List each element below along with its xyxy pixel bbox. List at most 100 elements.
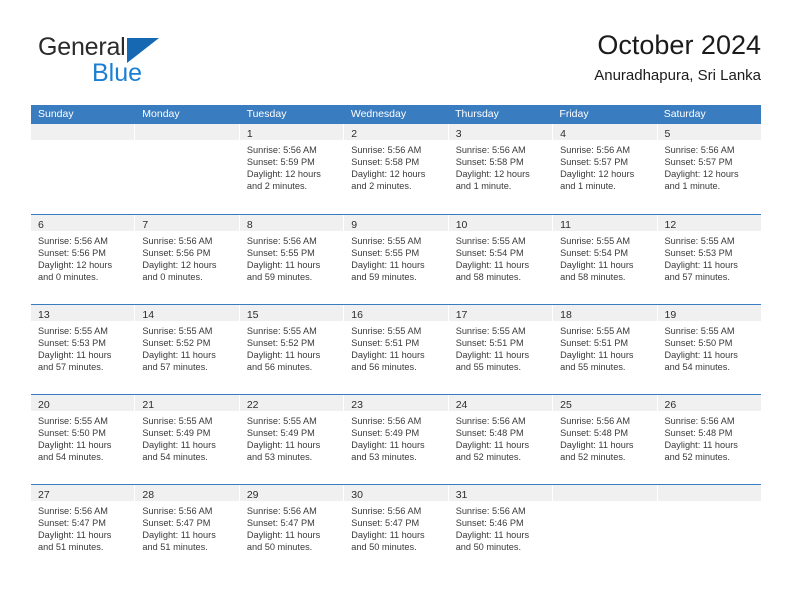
day-cell-1[interactable]: 1 Sunrise: 5:56 AM Sunset: 5:59 PM Daylight… xyxy=(239,124,345,214)
sunrise-text: Sunrise: 5:55 AM xyxy=(246,416,317,426)
day-cell-28[interactable]: 28 Sunrise: 5:56 AM Sunset: 5:47 PM Dayligh… xyxy=(135,485,240,574)
date-number: 8 xyxy=(246,219,253,231)
day-cell-12[interactable]: 12 Sunrise: 5:55 AM Sunset: 5:53 PM Dayligh… xyxy=(657,215,761,304)
day-cell-17[interactable]: 17 Sunrise: 5:55 AM Sunset: 5:51 PM Dayligh… xyxy=(448,305,554,394)
weekday-header-saturday: Saturday xyxy=(663,108,706,120)
sunrise-text: Sunrise: 5:56 AM xyxy=(351,506,422,516)
daylight-text: Daylight: 11 hours and 50 minutes. xyxy=(246,530,321,553)
day-cell-4[interactable]: 4 Sunrise: 5:56 AM Sunset: 5:57 PM Daylight… xyxy=(553,124,658,214)
daylight-text: Daylight: 11 hours and 50 minutes. xyxy=(455,530,530,553)
day-cell-26[interactable]: 26 Sunrise: 5:56 AM Sunset: 5:48 PM Dayligh… xyxy=(657,395,761,484)
daylight-text: Daylight: 12 hours and 2 minutes. xyxy=(351,169,426,192)
day-cell-empty xyxy=(553,485,658,574)
date-number: 23 xyxy=(351,399,363,411)
day-cell-15[interactable]: 15 Sunrise: 5:55 AM Sunset: 5:52 PM Dayligh… xyxy=(239,305,345,394)
day-cell-body: Sunrise: 5:55 AM Sunset: 5:52 PM Daylight:… xyxy=(135,321,238,373)
day-cell-body: Sunrise: 5:56 AM Sunset: 5:47 PM Daylight:… xyxy=(344,501,447,553)
sunset-text: Sunset: 5:47 PM xyxy=(142,518,211,529)
sunrise-text: Sunrise: 5:55 AM xyxy=(351,326,422,336)
date-band: 20 xyxy=(31,395,135,411)
daylight-text: Daylight: 11 hours and 56 minutes. xyxy=(351,350,425,373)
calendar-weeks: 1 Sunrise: 5:56 AM Sunset: 5:59 PM Daylight… xyxy=(31,124,761,574)
date-number: 3 xyxy=(455,128,462,140)
sunset-text: Sunset: 5:54 PM xyxy=(560,248,629,259)
day-cell-6[interactable]: 6 Sunrise: 5:56 AM Sunset: 5:56 PM Daylight… xyxy=(31,215,136,304)
weekday-header-wednesday: Wednesday xyxy=(350,108,407,120)
day-cell-9[interactable]: 9 Sunrise: 5:55 AM Sunset: 5:55 PM Daylight… xyxy=(344,215,449,304)
date-number: 11 xyxy=(560,219,572,231)
daylight-text: Daylight: 12 hours and 0 minutes. xyxy=(38,260,113,283)
daylight-text: Daylight: 12 hours and 0 minutes. xyxy=(142,260,217,283)
date-band: 18 xyxy=(553,305,657,321)
day-cell-empty xyxy=(135,124,240,214)
sunrise-text: Sunrise: 5:56 AM xyxy=(455,506,526,516)
daylight-text: Daylight: 12 hours and 1 minute. xyxy=(664,169,739,192)
page-title: October 2024 xyxy=(597,30,761,60)
day-cell-23[interactable]: 23 Sunrise: 5:56 AM Sunset: 5:49 PM Dayligh… xyxy=(344,395,449,484)
date-band xyxy=(31,124,135,140)
date-band: 25 xyxy=(553,395,657,411)
date-band: 27 xyxy=(31,485,135,501)
date-band: 1 xyxy=(239,124,344,140)
sunset-text: Sunset: 5:50 PM xyxy=(664,338,733,349)
day-cell-8[interactable]: 8 Sunrise: 5:56 AM Sunset: 5:55 PM Daylight… xyxy=(239,215,345,304)
day-cell-27[interactable]: 27 Sunrise: 5:56 AM Sunset: 5:47 PM Dayligh… xyxy=(31,485,136,574)
date-band: 2 xyxy=(344,124,448,140)
day-cell-24[interactable]: 24 Sunrise: 5:56 AM Sunset: 5:48 PM Dayligh… xyxy=(448,395,554,484)
date-band: 31 xyxy=(448,485,553,501)
day-cell-29[interactable]: 29 Sunrise: 5:56 AM Sunset: 5:47 PM Dayligh… xyxy=(239,485,345,574)
day-cell-18[interactable]: 18 Sunrise: 5:55 AM Sunset: 5:51 PM Dayligh… xyxy=(553,305,658,394)
date-number: 26 xyxy=(664,399,677,411)
daylight-text: Daylight: 11 hours and 57 minutes. xyxy=(142,350,216,373)
sunrise-text: Sunrise: 5:55 AM xyxy=(560,326,631,336)
calendar-page: General Blue October 2024 Anuradhapura, … xyxy=(0,0,792,612)
day-cell-11[interactable]: 11 Sunrise: 5:55 AM Sunset: 5:54 PM Dayligh… xyxy=(553,215,658,304)
sunset-text: Sunset: 5:50 PM xyxy=(38,428,106,439)
day-cell-2[interactable]: 2 Sunrise: 5:56 AM Sunset: 5:58 PM Daylight… xyxy=(344,124,449,214)
day-cell-19[interactable]: 19 Sunrise: 5:55 AM Sunset: 5:50 PM Dayligh… xyxy=(657,305,761,394)
sunset-text: Sunset: 5:46 PM xyxy=(455,518,524,529)
date-number: 29 xyxy=(246,489,259,501)
day-cell-20[interactable]: 20 Sunrise: 5:55 AM Sunset: 5:50 PM Dayligh… xyxy=(31,395,136,484)
day-cell-13[interactable]: 13 Sunrise: 5:55 AM Sunset: 5:53 PM Dayligh… xyxy=(31,305,136,394)
day-cell-14[interactable]: 14 Sunrise: 5:55 AM Sunset: 5:52 PM Dayligh… xyxy=(135,305,240,394)
day-cell-31[interactable]: 31 Sunrise: 5:56 AM Sunset: 5:46 PM Dayligh… xyxy=(448,485,554,574)
sunrise-text: Sunrise: 5:56 AM xyxy=(351,416,422,426)
daylight-text: Daylight: 11 hours and 56 minutes. xyxy=(246,350,321,373)
sunrise-text: Sunrise: 5:56 AM xyxy=(455,416,526,426)
sunset-text: Sunset: 5:59 PM xyxy=(246,157,315,168)
day-cell-body: Sunrise: 5:56 AM Sunset: 5:48 PM Daylight:… xyxy=(553,411,656,463)
day-cell-16[interactable]: 16 Sunrise: 5:55 AM Sunset: 5:51 PM Dayligh… xyxy=(344,305,449,394)
sunrise-text: Sunrise: 5:55 AM xyxy=(142,416,213,426)
day-cell-body: Sunrise: 5:56 AM Sunset: 5:57 PM Daylight:… xyxy=(658,140,761,192)
day-cell-body: Sunrise: 5:55 AM Sunset: 5:55 PM Daylight:… xyxy=(344,231,447,283)
day-cell-body: Sunrise: 5:56 AM Sunset: 5:58 PM Daylight:… xyxy=(344,140,447,192)
general-blue-logo: General Blue xyxy=(31,32,261,94)
weekday-header-friday: Friday xyxy=(559,108,589,120)
day-cell-25[interactable]: 25 Sunrise: 5:56 AM Sunset: 5:48 PM Dayligh… xyxy=(553,395,658,484)
day-cell-5[interactable]: 5 Sunrise: 5:56 AM Sunset: 5:57 PM Daylight… xyxy=(657,124,761,214)
sunset-text: Sunset: 5:48 PM xyxy=(560,428,629,439)
day-cell-body xyxy=(658,501,761,505)
sunset-text: Sunset: 5:53 PM xyxy=(664,248,733,259)
day-cell-21[interactable]: 21 Sunrise: 5:55 AM Sunset: 5:49 PM Dayligh… xyxy=(135,395,240,484)
daylight-text: Daylight: 11 hours and 57 minutes. xyxy=(38,350,112,373)
day-cell-10[interactable]: 10 Sunrise: 5:55 AM Sunset: 5:54 PM Dayligh… xyxy=(448,215,554,304)
day-cell-body: Sunrise: 5:56 AM Sunset: 5:46 PM Daylight:… xyxy=(449,501,552,553)
date-number: 25 xyxy=(560,399,572,411)
daylight-text: Daylight: 11 hours and 50 minutes. xyxy=(351,530,425,553)
day-cell-30[interactable]: 30 Sunrise: 5:56 AM Sunset: 5:47 PM Dayligh… xyxy=(344,485,449,574)
date-number: 31 xyxy=(455,489,468,501)
weekday-header-tuesday: Tuesday xyxy=(246,108,287,120)
daylight-text: Daylight: 11 hours and 59 minutes. xyxy=(351,260,425,283)
day-cell-22[interactable]: 22 Sunrise: 5:55 AM Sunset: 5:49 PM Dayligh… xyxy=(239,395,345,484)
day-cell-body: Sunrise: 5:56 AM Sunset: 5:47 PM Daylight:… xyxy=(240,501,343,553)
day-cell-3[interactable]: 3 Sunrise: 5:56 AM Sunset: 5:58 PM Daylight… xyxy=(448,124,554,214)
date-band: 26 xyxy=(657,395,761,411)
title-block: October 2024 Anuradhapura, Sri Lanka xyxy=(594,28,761,87)
date-band: 9 xyxy=(344,215,448,231)
sunrise-text: Sunrise: 5:56 AM xyxy=(246,145,317,155)
day-cell-7[interactable]: 7 Sunrise: 5:56 AM Sunset: 5:56 PM Daylight… xyxy=(135,215,240,304)
day-cell-body: Sunrise: 5:56 AM Sunset: 5:48 PM Daylight:… xyxy=(658,411,761,463)
daylight-text: Daylight: 11 hours and 53 minutes. xyxy=(246,440,321,463)
